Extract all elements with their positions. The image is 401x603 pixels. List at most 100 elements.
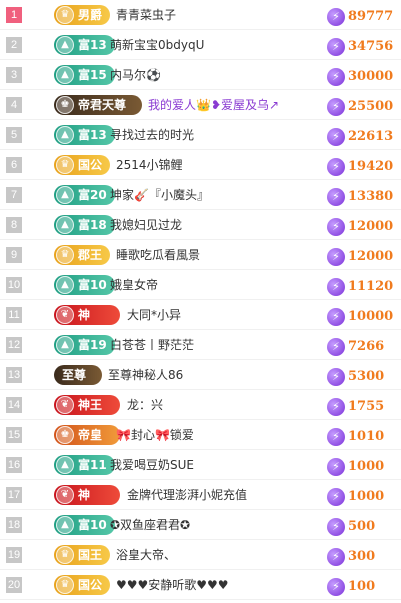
user-name[interactable]: ♥♥♥安静听歌♥♥♥ [116,570,229,600]
level-badge: 至尊 [54,365,102,385]
rank-number: 13 [6,367,22,383]
lightning-gem-icon: ⚡ [327,547,345,566]
level-badge: ▲ 富20 [54,185,115,205]
triangle-icon: ▲ [56,66,74,84]
user-name[interactable]: 白苍苍丨野茫茫 [110,330,194,360]
score-value: 25500 [348,99,394,114]
user-name[interactable]: 坤家🎸『小魔头』 [110,180,209,210]
score-value: 1000 [348,459,385,474]
list-item[interactable]: 19 ♛ 国王 浴皇大帝、 ⚡ 300 [0,540,401,570]
level-badge: ♛ 国公 [54,575,111,595]
level-badge: ▲ 富11 [54,455,115,475]
badge-label: 富13 [78,38,107,52]
level-badge: ❦ 神 [54,485,120,505]
list-item[interactable]: 11 ❦ 神大同*小异 ⚡ 10000 [0,300,401,330]
list-item[interactable]: 5 ▲ 富13 寻找过去的时光 ⚡ 22613 [0,120,401,150]
lightning-gem-icon: ⚡ [327,157,345,176]
list-item[interactable]: 14 ❦ 神王 龙：兴 ⚡ 1755 [0,390,401,420]
list-item[interactable]: 12 ▲ 富19 白苍苍丨野茫茫 ⚡ 7266 [0,330,401,360]
rank-number: 11 [6,307,22,323]
list-item[interactable]: 6 ♛ 国公 2514小锦鲤 ⚡ 19420 [0,150,401,180]
badge-label: 国王 [78,548,103,562]
wing-icon: ❦ [56,396,74,414]
lightning-gem-icon: ⚡ [327,427,345,446]
list-item[interactable]: 3 ▲ 富15 内马尔⚽ ⚡ 30000 [0,60,401,90]
score-value: 300 [348,549,376,564]
rank-number: 4 [6,97,22,113]
list-item[interactable]: 9 ♛ 郡王 睡歌吃瓜看風景 ⚡ 12000 [0,240,401,270]
user-name[interactable]: ✪双鱼座君君✪ [110,510,190,540]
score-value: 1755 [348,399,385,414]
user-name[interactable]: 我的爱人👑❥爱屋及乌↗ [148,90,279,120]
list-item[interactable]: 16 ▲ 富11 我爱喝豆奶SUE ⚡ 1000 [0,450,401,480]
lightning-gem-icon: ⚡ [327,397,345,416]
user-name[interactable]: 2514小锦鲤 [116,150,183,180]
badge-label: 神 [78,488,91,502]
score: ⚡ 11120 [327,276,393,296]
user-name[interactable]: 至尊神秘人86 [108,360,183,390]
list-item[interactable]: 13 至尊 至尊神秘人86 ⚡ 5300 [0,360,401,390]
lightning-gem-icon: ⚡ [327,277,345,296]
user-name[interactable]: 大同*小异 [127,300,181,330]
list-item[interactable]: 2 ▲ 富13 萌新宝宝0bdyqU ⚡ 34756 [0,30,401,60]
user-name[interactable]: 睡歌吃瓜看風景 [116,240,200,270]
user-name[interactable]: 内马尔⚽ [110,60,161,90]
level-badge: ▲ 富19 [54,335,115,355]
score: ⚡ 13380 [327,186,394,206]
lightning-gem-icon: ⚡ [327,127,345,146]
user-name[interactable]: 萌新宝宝0bdyqU [110,30,204,60]
user-name[interactable]: 我媳妇见过龙 [110,210,182,240]
list-item[interactable]: 20 ♛ 国公 ♥♥♥安静听歌♥♥♥ ⚡ 100 [0,570,401,600]
user-name[interactable]: 青青菜虫子 [116,0,176,30]
list-item[interactable]: 17 ❦ 神金牌代理澎湃小妮充值 ⚡ 1000 [0,480,401,510]
score: ⚡ 12000 [327,216,393,236]
crown-icon: ♛ [56,156,74,174]
score: ⚡ 1755 [327,396,385,416]
triangle-icon: ▲ [56,276,74,294]
level-badge: ♛ 郡王 [54,245,111,265]
user-name[interactable]: 寻找过去的时光 [110,120,194,150]
list-item[interactable]: 8 ▲ 富18 我媳妇见过龙 ⚡ 12000 [0,210,401,240]
list-item[interactable]: 1 ♛ 男爵 青青菜虫子 ⚡ 89777 [0,0,401,30]
score: ⚡ 19420 [327,156,393,176]
leaderboard-list: 1 ♛ 男爵 青青菜虫子 ⚡ 89777 2 ▲ 富13 萌新宝宝0bdyqU ⚡ 34756 3 ▲ 富1… [0,0,401,600]
score: ⚡ 300 [327,546,376,566]
score-value: 10000 [348,309,394,324]
triangle-icon: ▲ [56,456,74,474]
user-name[interactable]: 浴皇大帝、 [116,540,176,570]
triangle-icon: ▲ [56,126,74,144]
user-name[interactable]: 我爱喝豆奶SUE [110,450,194,480]
score-value: 89777 [348,9,394,24]
rank-number: 17 [6,487,22,503]
badge-label: 国公 [78,158,103,172]
user-name[interactable]: 娥皇女帝 [110,270,158,300]
user-name[interactable]: 🎀封心🎀锁爱 [116,420,194,450]
badge-label: 富19 [78,338,107,352]
level-badge: ▲ 富13 [54,125,115,145]
badge-label: 富18 [78,218,107,232]
score: ⚡ 22613 [327,126,394,146]
rank-number: 18 [6,517,22,533]
score-value: 12000 [348,249,394,264]
triangle-icon: ▲ [56,336,74,354]
list-item[interactable]: 7 ▲ 富20 坤家🎸『小魔头』 ⚡ 13380 [0,180,401,210]
triangle-icon: ▲ [56,186,74,204]
user-name[interactable]: 龙：兴 [127,390,163,420]
badge-label: 国公 [78,578,103,592]
lightning-gem-icon: ⚡ [327,307,345,326]
score-value: 30000 [348,69,394,84]
user-name[interactable]: 金牌代理澎湃小妮充值 [127,480,247,510]
list-item[interactable]: 15 ♚ 帝皇 🎀封心🎀锁爱 ⚡ 1010 [0,420,401,450]
wing-icon: ❦ [56,306,74,324]
score: ⚡ 30000 [327,66,394,86]
score-value: 1010 [348,429,385,444]
score-value: 13380 [348,189,394,204]
level-badge: ♛ 男爵 [54,5,111,25]
list-item[interactable]: 4 ♚ 帝君天尊 我的爱人👑❥爱屋及乌↗ ⚡ 25500 [0,90,401,120]
list-item[interactable]: 18 ▲ 富10 ✪双鱼座君君✪ ⚡ 500 [0,510,401,540]
score-value: 22613 [348,129,394,144]
score-value: 500 [348,519,376,534]
rank-number: 8 [6,217,22,233]
list-item[interactable]: 10 ▲ 富10 娥皇女帝 ⚡ 11120 [0,270,401,300]
level-badge: ▲ 富10 [54,275,115,295]
